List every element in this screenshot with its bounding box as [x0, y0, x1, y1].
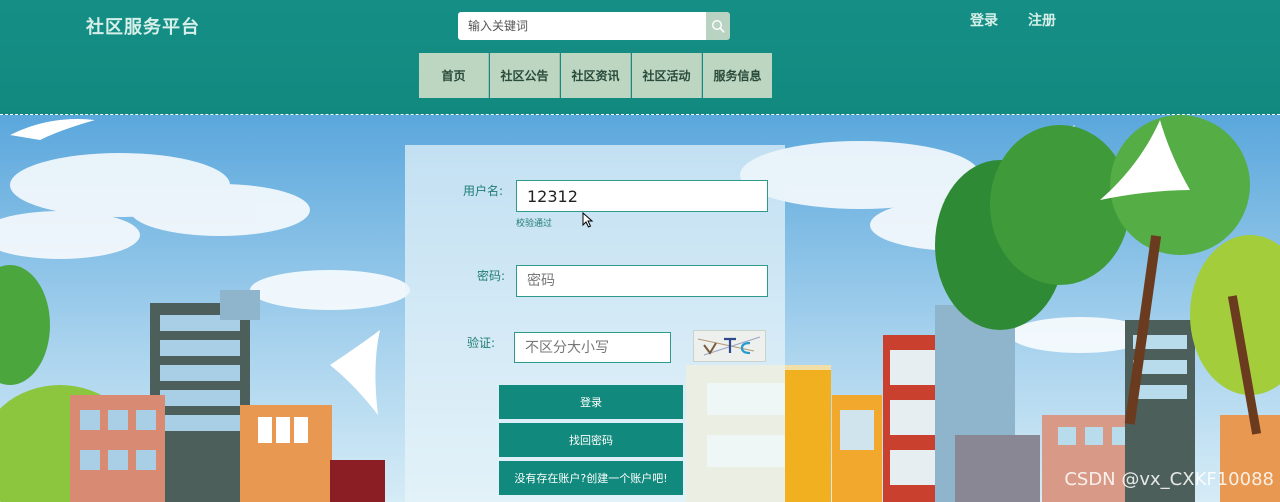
username-validation-hint: 校验通过 [516, 219, 553, 229]
password-label: 密码: [477, 269, 506, 283]
login-button[interactable]: 登录 [499, 385, 683, 419]
search-icon [711, 19, 725, 33]
nav-item-home[interactable]: 首页 [419, 53, 489, 98]
main-nav: 首页 社区公告 社区资讯 社区活动 服务信息 [419, 53, 772, 98]
nav-item-services[interactable]: 服务信息 [703, 53, 772, 98]
search-bar [458, 12, 730, 40]
nav-item-news[interactable]: 社区资讯 [561, 53, 631, 98]
register-link[interactable]: 注册 [1028, 10, 1056, 30]
password-input[interactable] [516, 265, 768, 297]
site-brand[interactable]: 社区服务平台 [86, 13, 200, 39]
captcha-glyphs-icon [697, 336, 761, 356]
mouse-cursor-icon [582, 212, 594, 228]
top-header: 社区服务平台 登录 注册 首页 社区公告 社区资讯 社区活动 服务信息 [0, 0, 1280, 115]
search-button[interactable] [706, 12, 730, 40]
captcha-image[interactable] [693, 330, 766, 362]
register-account-button[interactable]: 没有存在账户?创建一个账户吧! [499, 461, 683, 495]
nav-item-announcements[interactable]: 社区公告 [490, 53, 560, 98]
search-input[interactable] [458, 12, 706, 40]
watermark-text: CSDN @vx_CXKF10088 [1064, 469, 1274, 490]
recover-password-button[interactable]: 找回密码 [499, 423, 683, 457]
login-link[interactable]: 登录 [970, 10, 998, 30]
nav-item-activities[interactable]: 社区活动 [632, 53, 702, 98]
username-label: 用户名: [463, 184, 504, 198]
captcha-label: 验证: [467, 336, 496, 350]
captcha-input[interactable] [514, 332, 671, 363]
username-input[interactable] [516, 180, 768, 212]
